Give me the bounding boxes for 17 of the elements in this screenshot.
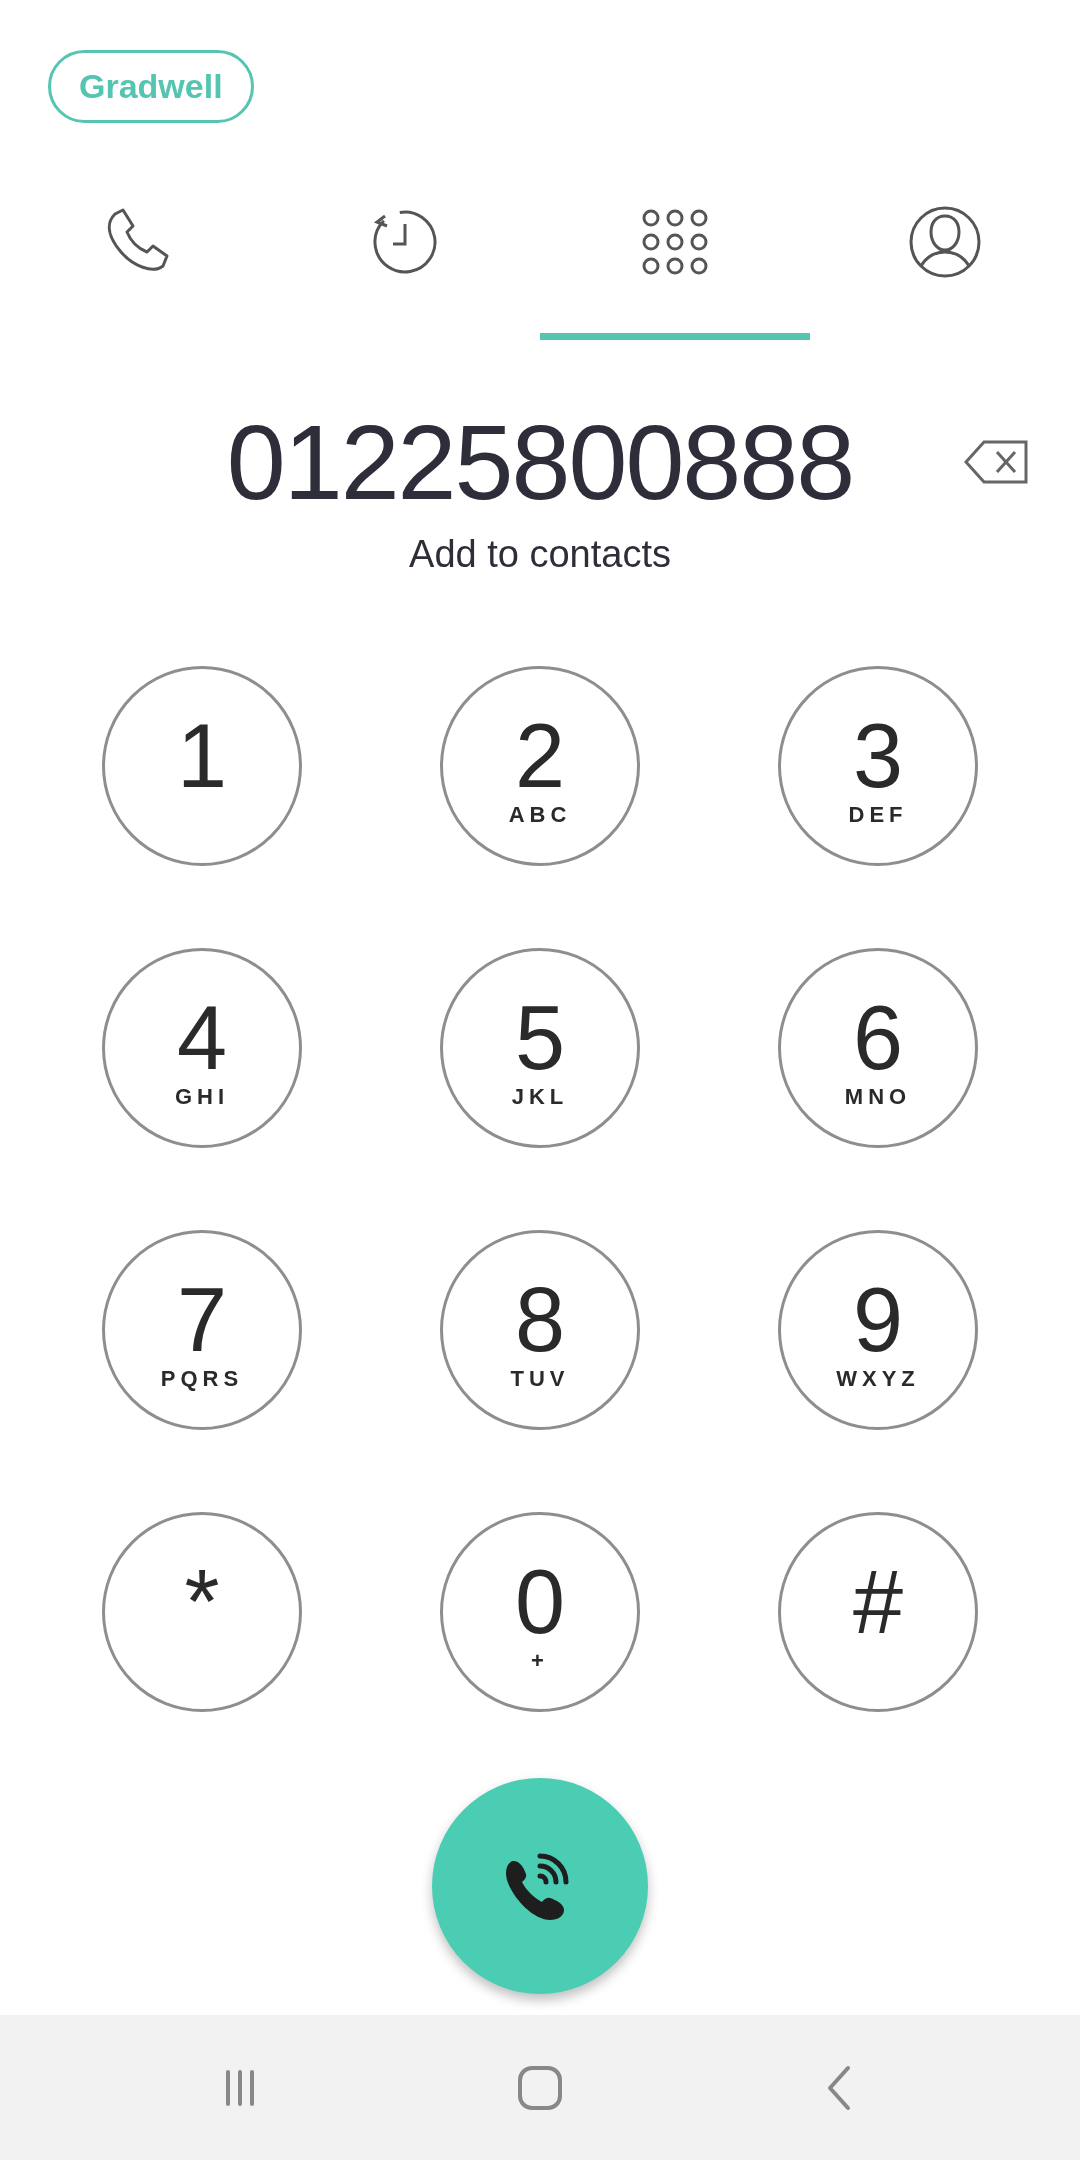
dial-key[interactable]: * — [102, 1512, 302, 1712]
dial-key[interactable]: 6 MNO — [778, 948, 978, 1148]
dialed-number: 01225800888 — [226, 402, 854, 523]
dial-key[interactable]: 3 DEF — [778, 666, 978, 866]
dial-key[interactable]: 0 + — [440, 1512, 640, 1712]
dial-key[interactable]: 1 — [102, 666, 302, 866]
dial-key[interactable]: 7 PQRS — [102, 1230, 302, 1430]
dial-key[interactable]: 2 ABC — [440, 666, 640, 866]
add-to-contacts-link[interactable]: Add to contacts — [409, 533, 671, 576]
dial-key[interactable]: 8 TUV — [440, 1230, 640, 1430]
home-icon[interactable] — [516, 2063, 564, 2112]
dial-key[interactable]: 9 WXYZ — [778, 1230, 978, 1430]
dial-key[interactable]: 4 GHI — [102, 948, 302, 1148]
dial-key[interactable]: 5 JKL — [440, 948, 640, 1148]
backspace-icon[interactable] — [964, 439, 1028, 485]
dial-key[interactable]: # — [778, 1512, 978, 1712]
brand-badge: Gradwell — [48, 50, 254, 123]
